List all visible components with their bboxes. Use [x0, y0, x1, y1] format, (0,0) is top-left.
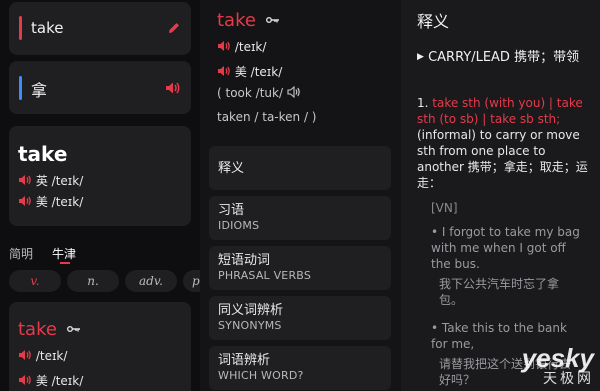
- speaker-icon[interactable]: [18, 349, 32, 361]
- pencil-icon[interactable]: [167, 21, 181, 35]
- us-label: 美: [234, 65, 247, 79]
- example-en: • I forgot to take my bag with me when I…: [431, 225, 580, 271]
- speaker-icon[interactable]: [217, 40, 231, 52]
- translation-card[interactable]: 拿: [9, 61, 191, 114]
- menu-subtitle: SYNONYMS: [218, 319, 282, 332]
- left-panel: take 拿 take 英 /teɪk/ 美 /teɪk/ 简明 牛津 v. n…: [0, 0, 200, 391]
- sense-forms: take sth (with you) | take sth (to sb) |…: [417, 96, 583, 126]
- past-tense: ( took /tuk/: [217, 85, 301, 100]
- past-participle: taken / ta-ken / ): [217, 110, 317, 124]
- key-icon: [265, 17, 279, 23]
- middle-panel: take /teɪk/ 美 /teɪk/ ( took /tuk/ taken …: [200, 0, 401, 391]
- us-label: 美: [35, 374, 48, 388]
- pronunciation-1[interactable]: /teɪk/: [217, 40, 266, 54]
- uk-label: 英: [35, 174, 48, 188]
- menu-title: 释义: [218, 161, 245, 176]
- section-title: CARRY/LEAD 携带；带领: [428, 50, 580, 65]
- right-panel: 释义 ▶ CARRY/LEAD 携带；带领 1. take sth (with …: [401, 0, 600, 391]
- menu-title: 短语动词: [218, 253, 271, 268]
- ipa: /teɪk/: [51, 374, 84, 388]
- uk-ipa: /teɪk/: [51, 174, 84, 188]
- pronunciation-2[interactable]: 美 /teɪk/: [217, 63, 282, 80]
- headword: take: [217, 10, 280, 31]
- menu-idioms[interactable]: 习语 IDIOMS: [209, 196, 391, 240]
- pos-pill-adverb[interactable]: adv.: [125, 270, 177, 292]
- menu-title: 同义词辨析: [218, 303, 284, 318]
- headword: take: [18, 142, 68, 166]
- headword-2: take: [18, 319, 81, 340]
- ipa: /teɪk/: [250, 65, 283, 79]
- headword-text: take: [217, 10, 256, 31]
- key-icon: [66, 326, 80, 332]
- triangle-icon: ▶: [417, 52, 424, 62]
- menu-title: 词语辨析: [218, 353, 271, 368]
- menu-synonyms[interactable]: 同义词辨析 SYNONYMS: [209, 296, 391, 340]
- watermark-main: yesky: [521, 343, 594, 373]
- example-zh: 我下公共汽车时忘了拿包。: [439, 277, 560, 307]
- past-text: ( took /tuk/: [217, 86, 283, 100]
- speaker-icon[interactable]: [217, 65, 231, 77]
- accent-bar: [19, 76, 22, 100]
- pronunciation-1[interactable]: /teɪk/: [18, 349, 67, 363]
- translation-text: 拿: [31, 81, 48, 100]
- entry-card: take 英 /teɪk/ 美 /teɪk/: [9, 126, 191, 226]
- tab-simple[interactable]: 简明: [9, 245, 33, 262]
- sense-1: 1. take sth (with you) | take sth (to sb…: [417, 95, 595, 191]
- speaker-icon[interactable]: [165, 81, 181, 95]
- us-ipa: /teɪk/: [51, 195, 84, 209]
- verb-pattern: [VN]: [431, 201, 458, 215]
- example-text: I forgot to take my bag with me when I g…: [431, 225, 580, 271]
- menu-subtitle: IDIOMS: [218, 219, 260, 232]
- menu-title: 习语: [218, 203, 245, 218]
- definitions-heading: 释义: [417, 12, 450, 31]
- ipa: /teɪk/: [35, 349, 68, 363]
- speaker-icon[interactable]: [18, 174, 32, 186]
- sense-number: 1.: [417, 96, 429, 110]
- speaker-icon[interactable]: [18, 195, 32, 207]
- search-input[interactable]: take: [31, 19, 63, 37]
- menu-which-word[interactable]: 词语辨析 WHICH WORD?: [209, 346, 391, 390]
- entry-card-2: take /teɪk/ 美 /teɪk/: [9, 302, 191, 391]
- section-heading[interactable]: ▶ CARRY/LEAD 携带；带领: [417, 48, 593, 67]
- pos-pill-noun[interactable]: n.: [67, 270, 119, 292]
- accent-bar: [19, 16, 22, 40]
- us-label: 美: [35, 195, 48, 209]
- us-pronunciation[interactable]: 美 /teɪk/: [18, 193, 83, 210]
- headword-text: take: [18, 319, 57, 340]
- menu-definitions[interactable]: 释义: [209, 146, 391, 190]
- sense-definition: (informal) to carry or move sth from one…: [417, 128, 588, 190]
- tab-underline: [60, 262, 70, 264]
- menu-phrasal-verbs[interactable]: 短语动词 PHRASAL VERBS: [209, 246, 391, 290]
- example-1: • I forgot to take my bag with me when I…: [431, 224, 581, 308]
- pos-pill-verb[interactable]: v.: [9, 270, 61, 292]
- watermark-sub: 天极网: [543, 371, 594, 387]
- speaker-icon[interactable]: [18, 374, 32, 386]
- pos-pill-more[interactable]: p: [183, 270, 200, 292]
- search-card[interactable]: take: [9, 2, 191, 55]
- menu-subtitle: PHRASAL VERBS: [218, 269, 312, 282]
- menu-subtitle: WHICH WORD?: [218, 369, 304, 382]
- pronunciation-2[interactable]: 美 /teɪk/: [18, 372, 83, 389]
- ipa: /teɪk/: [234, 40, 267, 54]
- watermark-logo: yesky 天极网: [522, 345, 594, 387]
- tab-oxford[interactable]: 牛津: [52, 245, 76, 262]
- speaker-outline-icon[interactable]: [287, 85, 301, 99]
- uk-pronunciation[interactable]: 英 /teɪk/: [18, 172, 83, 189]
